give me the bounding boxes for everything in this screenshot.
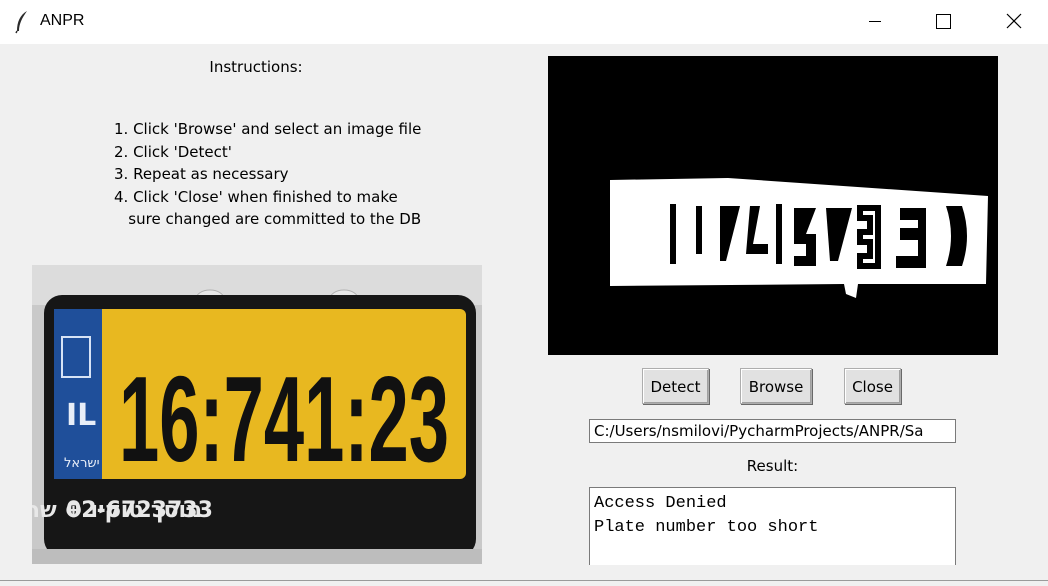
plate-number-text: 16:741:23 [119,351,449,487]
result-line: Access Denied [594,494,727,513]
close-window-button[interactable] [990,0,1036,44]
minimize-button[interactable] [852,0,898,44]
instruction-step: sure changed are committed to the DB [114,210,422,228]
plate-dealer-text: מוסך טוקיו ⊕ שרות סובארו [32,498,202,523]
instruction-step: 2. Click 'Detect' [114,142,232,161]
instructions-title: Instructions: [209,58,303,76]
anpr-window: ANPR Instructions: 1. Click 'Browse' and… [0,0,1048,586]
instructions-list: 1. Click 'Browse' and select an image fi… [114,118,421,231]
bottom-edge [0,580,1048,586]
detect-button[interactable]: Detect [642,368,709,404]
result-textbox[interactable]: Access Denied Plate number too short [589,487,956,565]
plate-photo: IL ישראל 16:741:23 02-6723733 מוסך טוקיו… [32,265,482,564]
instruction-step: 3. Repeat as necessary [114,165,289,183]
plate-country-script: ישראל [64,456,100,471]
maximize-button[interactable] [920,0,966,44]
file-path-input[interactable]: C:/Users/nsmilovi/PycharmProjects/ANPR/S… [589,419,956,443]
browse-button[interactable]: Browse [740,368,812,404]
result-line: Plate number too short [594,518,819,537]
result-label: Result: [746,457,799,475]
instruction-step: 1. Click 'Browse' and select an image fi… [114,120,422,138]
maximize-icon [936,14,951,29]
instruction-step: 4. Click 'Close' when finished to make [114,187,398,206]
threshold-image [548,56,998,355]
plate-country-code: IL [66,398,96,433]
minimize-icon [869,21,881,22]
window-title: ANPR [40,12,85,29]
close-icon [1006,13,1022,29]
close-button[interactable]: Close [844,368,901,404]
title-bar: ANPR [0,0,1048,44]
feather-icon [15,11,27,34]
